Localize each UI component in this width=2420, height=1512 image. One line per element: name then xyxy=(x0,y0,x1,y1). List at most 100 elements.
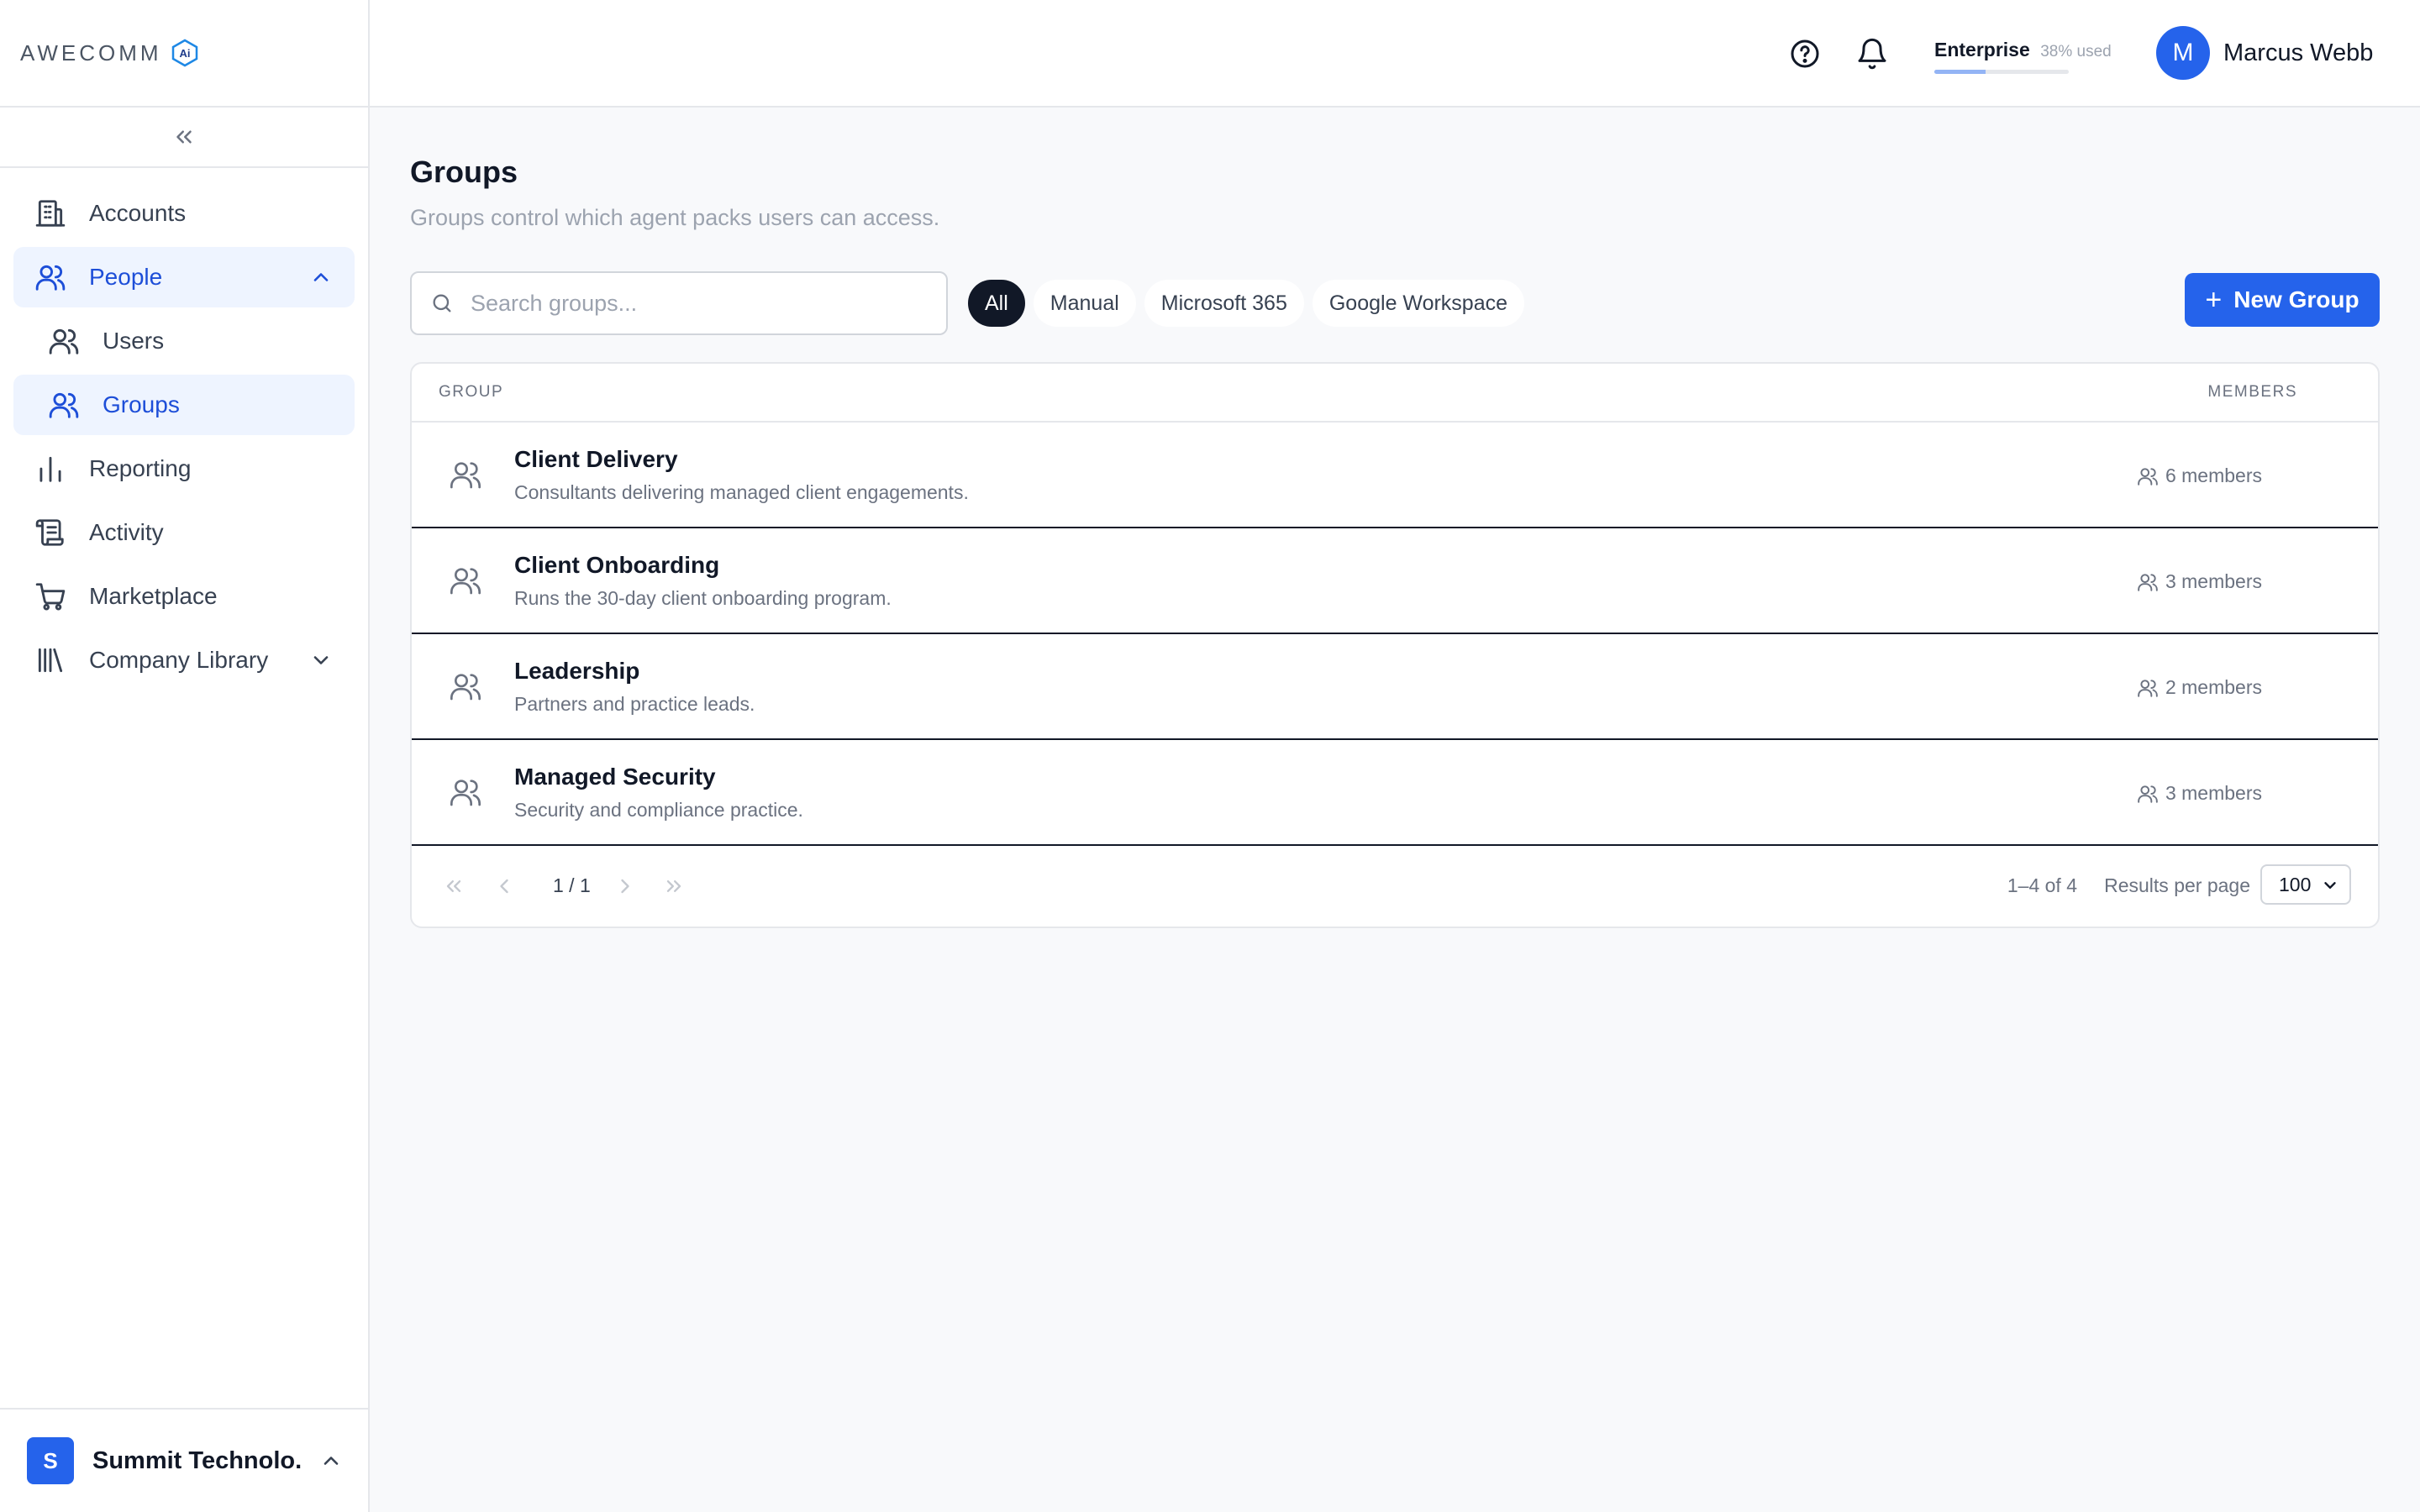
topbar: Enterprise 38% used M Marcus Webb xyxy=(370,0,2420,108)
bell-icon[interactable] xyxy=(1855,37,1889,71)
sidebar-nav: Accounts People Users Groups Reporting A… xyxy=(0,168,368,709)
member-count-text: 3 members xyxy=(2165,782,2262,804)
user-name: Marcus Webb xyxy=(2223,39,2374,66)
sidebar-item-accounts[interactable]: Accounts xyxy=(13,183,355,244)
group-name: Client Onboarding xyxy=(514,551,720,578)
filter-all[interactable]: All xyxy=(968,280,1025,327)
plan-name: Enterprise xyxy=(1934,39,2030,60)
chevron-up-icon xyxy=(313,273,329,281)
users-icon xyxy=(450,780,481,806)
sidebar-item-marketplace[interactable]: Marketplace xyxy=(13,566,355,627)
sidebar-item-label: People xyxy=(89,264,163,290)
ai-badge-text: Ai xyxy=(179,47,190,60)
member-count-text: 6 members xyxy=(2165,465,2262,486)
filter-tabs: All Manual Microsoft 365 Google Workspac… xyxy=(968,280,1533,327)
group-description: Consultants delivering managed client en… xyxy=(514,480,969,503)
filter-manual[interactable]: Manual xyxy=(1033,280,1136,327)
sidebar-item-label: Accounts xyxy=(89,200,187,226)
member-count: 3 members xyxy=(2137,570,2262,593)
plan-usage-fill xyxy=(1934,70,1986,74)
plan-usage[interactable]: Enterprise 38% used xyxy=(1934,39,2112,74)
groups-table: GROUP MEMBERS Client Delivery Consultant… xyxy=(410,362,2380,928)
users-icon xyxy=(2138,785,2158,803)
group-name: Client Delivery xyxy=(514,445,678,472)
sidebar-item-people[interactable]: People xyxy=(13,247,355,307)
sidebar-item-groups[interactable]: Groups xyxy=(13,375,355,435)
filter-google-workspace[interactable]: Google Workspace xyxy=(1312,280,1525,327)
ai-badge-icon: Ai xyxy=(171,39,199,67)
results-per-page-select[interactable]: 100 xyxy=(2260,864,2351,905)
chevron-right-icon[interactable] xyxy=(613,874,637,898)
chevrons-right-icon[interactable] xyxy=(662,874,686,898)
chevron-up-icon xyxy=(324,1457,339,1465)
member-count: 6 members xyxy=(2137,465,2262,487)
users-icon xyxy=(2138,467,2158,486)
table-row[interactable]: Managed Security Security and compliance… xyxy=(412,740,2378,846)
table-row[interactable]: Leadership Partners and practice leads. … xyxy=(412,634,2378,740)
member-count-text: 2 members xyxy=(2165,676,2262,698)
user-menu[interactable]: M Marcus Webb xyxy=(2156,26,2373,80)
column-header-group: GROUP xyxy=(439,383,504,401)
sidebar-item-reporting[interactable]: Reporting xyxy=(13,438,355,499)
chevron-down-icon xyxy=(313,656,329,664)
page-subtitle: Groups control which agent packs users c… xyxy=(410,205,940,230)
page-indicator: 1 / 1 xyxy=(553,874,591,896)
results-per-page-label: Results per page xyxy=(2104,874,2250,896)
sidebar-item-label: Company Library xyxy=(89,647,269,673)
org-switcher[interactable]: S Summit Technolo... xyxy=(0,1408,368,1512)
users-icon xyxy=(34,260,67,294)
table-row[interactable]: Client Onboarding Runs the 30-day client… xyxy=(412,528,2378,634)
search-icon xyxy=(433,294,451,312)
chevrons-left-icon xyxy=(176,130,192,144)
table-header: GROUP MEMBERS xyxy=(412,364,2378,423)
results-range: 1–4 of 4 xyxy=(2007,874,2077,896)
member-count: 2 members xyxy=(2137,676,2262,699)
group-description: Partners and practice leads. xyxy=(514,692,755,715)
member-count: 3 members xyxy=(2137,782,2262,805)
sidebar-item-label: Reporting xyxy=(89,455,192,481)
sidebar-item-label: Users xyxy=(103,328,165,354)
shopping-cart-icon xyxy=(34,580,67,613)
users-icon xyxy=(450,462,481,489)
org-avatar: S xyxy=(27,1437,74,1484)
group-name: Managed Security xyxy=(514,763,716,790)
logo[interactable]: AWECOMM Ai xyxy=(0,0,368,108)
toolbar: All Manual Microsoft 365 Google Workspac… xyxy=(410,271,2380,335)
results-per-page-value: 100 xyxy=(2279,873,2312,895)
org-name: Summit Technolo... xyxy=(92,1446,302,1474)
sidebar-item-activity[interactable]: Activity xyxy=(13,502,355,563)
building-icon xyxy=(34,197,67,230)
page-title: Groups xyxy=(410,155,518,189)
group-name: Leadership xyxy=(514,657,640,684)
table-row[interactable]: Client Delivery Consultants delivering m… xyxy=(412,423,2378,528)
sidebar-item-users[interactable]: Users xyxy=(13,311,355,371)
chevron-down-icon xyxy=(2324,882,2336,889)
new-group-label: New Group xyxy=(2233,286,2360,312)
filter-microsoft-365[interactable]: Microsoft 365 xyxy=(1144,280,1304,327)
users-icon xyxy=(2138,679,2158,697)
sidebar-item-label: Marketplace xyxy=(89,583,218,609)
users-icon xyxy=(47,388,81,422)
bar-chart-icon xyxy=(34,452,67,486)
chevrons-left-icon[interactable] xyxy=(442,874,466,898)
main-content: Groups Groups control which agent packs … xyxy=(410,108,2380,928)
user-avatar: M xyxy=(2156,26,2210,80)
pagination: 1 / 1 1–4 of 4 Results per page 100 xyxy=(412,846,2378,927)
column-header-members: MEMBERS xyxy=(2207,383,2297,401)
sidebar: AWECOMM Ai Accounts People Users Groups … xyxy=(0,0,370,1512)
search-input[interactable] xyxy=(471,290,941,317)
chevron-left-icon[interactable] xyxy=(492,874,516,898)
help-icon[interactable] xyxy=(1788,37,1822,71)
plan-used: 38% used xyxy=(2040,43,2112,60)
scroll-icon xyxy=(34,516,67,549)
library-icon xyxy=(34,643,67,677)
collapse-sidebar-button[interactable] xyxy=(0,108,368,168)
sidebar-item-label: Groups xyxy=(103,391,180,417)
plan-usage-bar xyxy=(1934,70,2069,74)
group-description: Security and compliance practice. xyxy=(514,798,803,821)
users-icon xyxy=(2138,573,2158,591)
sidebar-item-label: Activity xyxy=(89,519,164,545)
sidebar-item-company-library[interactable]: Company Library xyxy=(13,630,355,690)
new-group-button[interactable]: + New Group xyxy=(2185,273,2380,327)
brand-name: AWECOMM xyxy=(20,39,162,66)
